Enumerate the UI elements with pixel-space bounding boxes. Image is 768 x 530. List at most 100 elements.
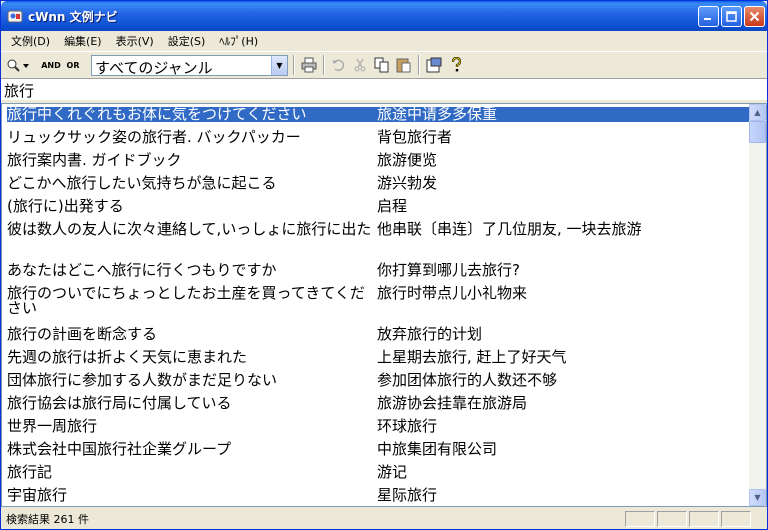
result-row[interactable]: 旅行のついでにちょっとしたお土産を買ってきてください 旅行时带点儿小礼物来 — [7, 286, 749, 316]
menu-bunrei[interactable]: 文例(D) — [4, 33, 57, 49]
result-row[interactable]: どこかへ旅行したい気持ちが急に起こる 游兴勃发 — [7, 176, 749, 191]
undo-icon — [332, 59, 345, 72]
result-row[interactable]: 先週の旅行は折よく天気に恵まれた 上星期去旅行, 赶上了好天气 — [7, 350, 749, 365]
copy-icon — [374, 57, 389, 73]
minimize-button[interactable] — [698, 6, 719, 27]
app-icon — [7, 10, 23, 23]
search-query: 旅行 — [4, 82, 35, 100]
result-chinese: 星际旅行 — [377, 486, 438, 504]
result-row[interactable]: 旅行の計画を断念する 放弃旅行的计划 — [7, 327, 749, 342]
result-count: 検索結果 261 件 — [6, 513, 89, 526]
cut-button[interactable] — [351, 55, 369, 75]
search-input[interactable]: 旅行 — [1, 78, 767, 100]
close-button[interactable] — [744, 6, 765, 27]
result-row[interactable]: リュックサック姿の旅行者. バックパッカー 背包旅行者 — [7, 130, 749, 145]
chevron-down-icon: ▼ — [754, 493, 761, 502]
toolbar: AND OR すべてのジャンル ▼ — [1, 51, 767, 77]
result-row[interactable]: 宇宙旅行 星际旅行 — [7, 488, 749, 503]
scroll-thumb[interactable] — [749, 121, 766, 143]
scissors-icon — [354, 58, 366, 72]
help-question-icon — [451, 57, 462, 72]
result-japanese: 先週の旅行は折よく天気に恵まれた — [7, 348, 248, 366]
title-bar[interactable]: cWnn 文例ナビ — [1, 1, 767, 31]
result-japanese: 旅行のついでにちょっとしたお土産を買ってきてください — [7, 284, 365, 317]
result-chinese: 他串联〔串连〕了几位朋友, 一块去旅游 — [377, 220, 642, 238]
result-row[interactable]: 彼は数人の友人に次々連絡して,いっしょに旅行に出た 他串联〔串连〕了几位朋友, 一… — [7, 222, 749, 237]
result-row[interactable]: 旅行協会は旅行局に付属している 旅游协会挂靠在旅游局 — [7, 396, 749, 411]
result-row[interactable]: 旅行中くれぐれもお体に気をつけてください 旅途中请多多保重 — [6, 106, 749, 123]
chevron-up-icon: ▲ — [754, 108, 761, 117]
menu-edit[interactable]: 編集(E) — [57, 33, 109, 49]
scroll-down-button[interactable]: ▼ — [749, 489, 766, 506]
toolbar-separator — [323, 55, 325, 75]
printer-icon — [301, 57, 317, 73]
genre-select-value: すべてのジャンル — [95, 59, 213, 77]
or-button[interactable]: OR — [64, 55, 82, 75]
maximize-icon — [726, 11, 737, 22]
menu-view[interactable]: 表示(V) — [109, 33, 161, 49]
status-pane — [689, 511, 719, 527]
result-row[interactable]: 団体旅行に参加する人数がまだ足りない 参加团体旅行的人数还不够 — [7, 373, 749, 388]
result-row[interactable]: 世界一周旅行 环球旅行 — [7, 419, 749, 434]
toolbar-separator — [418, 55, 420, 75]
toolbar-separator — [293, 55, 295, 75]
result-japanese: 宇宙旅行 — [7, 486, 68, 504]
properties-button[interactable] — [425, 55, 443, 75]
print-button[interactable] — [299, 55, 319, 75]
result-chinese: 旅游协会挂靠在旅游局 — [377, 394, 528, 412]
chevron-down-icon[interactable]: ▼ — [271, 56, 287, 75]
result-row[interactable]: 旅行案内書. ガイドブック 旅游便览 — [7, 153, 749, 168]
copy-button[interactable] — [373, 55, 391, 75]
window-title: cWnn 文例ナビ — [28, 10, 118, 24]
result-row[interactable]: 旅行記 游记 — [7, 465, 749, 480]
result-chinese: 旅行时带点儿小礼物来 — [377, 284, 528, 302]
paste-icon — [396, 58, 411, 73]
properties-icon — [426, 57, 442, 73]
maximize-button[interactable] — [721, 6, 742, 27]
result-japanese: 彼は数人の友人に次々連絡して,いっしょに旅行に出た — [7, 220, 372, 238]
result-chinese: 中旅集团有限公司 — [377, 440, 498, 458]
genre-select[interactable]: すべてのジャンル ▼ — [91, 55, 288, 77]
status-pane — [657, 511, 687, 527]
menu-help[interactable]: ﾍﾙﾌﾟ(H) — [212, 33, 265, 49]
result-row[interactable]: (旅行に)出発する 启程 — [7, 199, 749, 214]
help-button[interactable] — [447, 55, 465, 75]
result-chinese: 启程 — [377, 197, 408, 215]
result-row[interactable]: 株式会社中国旅行社企業グループ 中旅集团有限公司 — [7, 442, 749, 457]
vertical-scrollbar[interactable]: ▲ ▼ — [749, 104, 766, 506]
paste-button[interactable] — [395, 55, 413, 75]
scroll-up-button[interactable]: ▲ — [749, 104, 766, 121]
result-japanese: 株式会社中国旅行社企業グループ — [7, 440, 232, 458]
result-chinese: 游兴勃发 — [377, 174, 438, 192]
result-chinese: 游记 — [377, 463, 408, 481]
status-bar: 検索結果 261 件 — [1, 509, 767, 529]
result-chinese: 放弃旅行的计划 — [377, 325, 483, 343]
and-button[interactable]: AND — [40, 55, 62, 75]
result-chinese: 上星期去旅行, 赶上了好天气 — [377, 348, 567, 366]
app-window: cWnn 文例ナビ 文例(D) 編集(E) 表示(V) 設定(S) ﾍﾙﾌﾟ(H… — [0, 0, 768, 530]
result-japanese: 旅行協会は旅行局に付属している — [7, 394, 232, 412]
status-pane — [721, 511, 751, 527]
result-row[interactable]: あなたはどこへ旅行に行くつもりですか 你打算到哪儿去旅行? — [7, 263, 749, 278]
search-tool-button[interactable] — [5, 55, 31, 75]
results-list[interactable]: 旅行中くれぐれもお体に気をつけてください 旅途中请多多保重 リュックサック姿の旅行者… — [1, 103, 767, 507]
result-japanese: あなたはどこへ旅行に行くつもりですか — [7, 261, 277, 279]
result-japanese: 旅行の計画を断念する — [7, 325, 158, 343]
undo-button[interactable] — [329, 55, 347, 75]
menu-settings[interactable]: 設定(S) — [161, 33, 213, 49]
minimize-icon — [704, 18, 711, 20]
status-pane — [625, 511, 655, 527]
result-japanese: 旅行記 — [7, 463, 53, 481]
menu-bar: 文例(D) 編集(E) 表示(V) 設定(S) ﾍﾙﾌﾟ(H) — [1, 31, 767, 50]
result-chinese: 环球旅行 — [377, 417, 438, 435]
result-japanese: 世界一周旅行 — [7, 417, 98, 435]
result-chinese: 旅游便览 — [377, 151, 438, 169]
result-chinese: 你打算到哪儿去旅行? — [377, 261, 520, 279]
result-chinese: 背包旅行者 — [377, 128, 453, 146]
result-chinese: 参加团体旅行的人数还不够 — [377, 371, 558, 389]
result-japanese: リュックサック姿の旅行者. バックパッカー — [7, 128, 301, 146]
result-japanese: 団体旅行に参加する人数がまだ足りない — [7, 371, 278, 389]
result-japanese: 旅行中くれぐれもお体に気をつけてください — [6, 106, 378, 123]
result-chinese: 旅途中请多多保重 — [377, 107, 749, 122]
result-japanese: (旅行に)出発する — [7, 197, 124, 215]
